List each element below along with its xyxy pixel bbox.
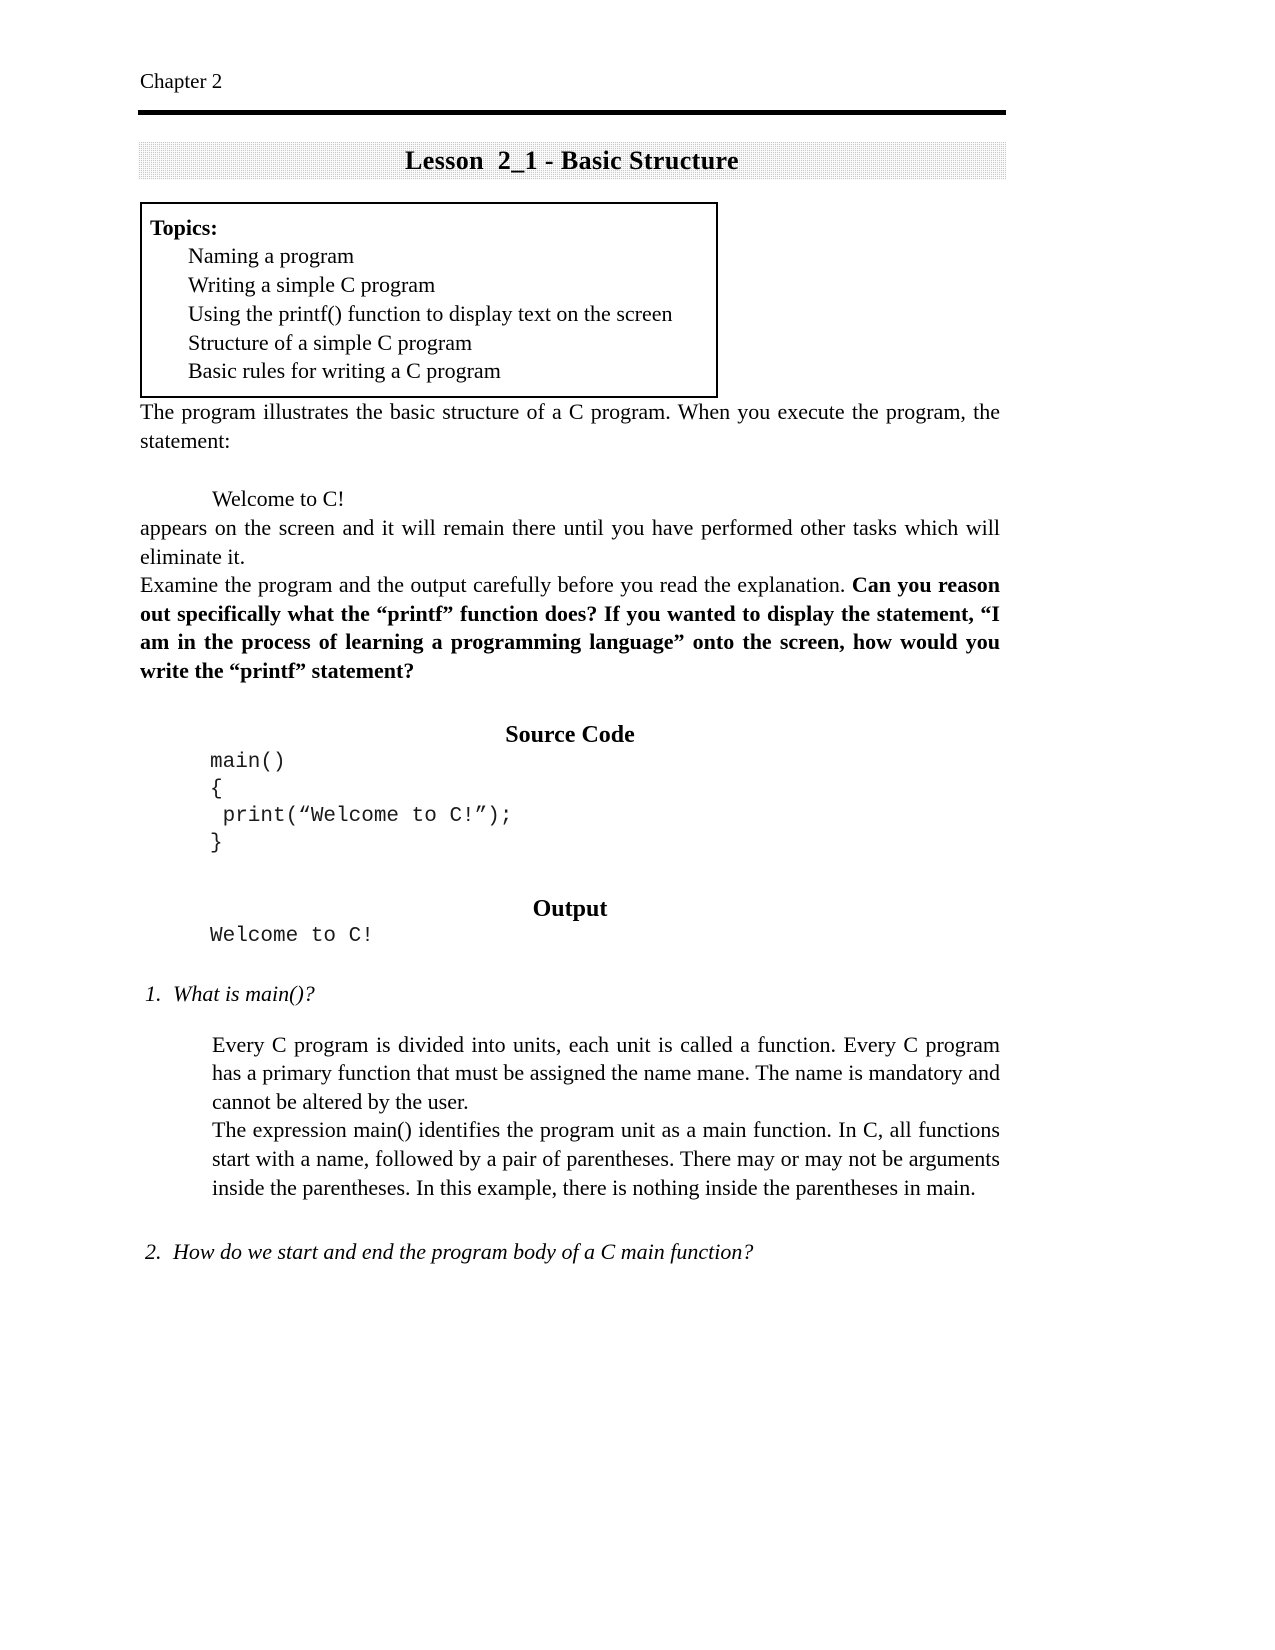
lesson-banner: Lesson 2_1 - Basic Structure: [138, 142, 1006, 181]
appears-paragraph: appears on the screen and it will remain…: [140, 514, 1000, 569]
intro-paragraph: The program illustrates the basic struct…: [140, 399, 1000, 453]
document-page: Chapter 2 Lesson 2_1 - Basic Structure T…: [0, 0, 1275, 1650]
topics-item: Naming a program: [188, 243, 355, 269]
examine-paragraph: Examine the program and the output caref…: [140, 571, 1000, 685]
topics-item: Writing a simple C program: [188, 271, 436, 297]
question-2: 2. How do we start and end the program bo…: [140, 1238, 1000, 1267]
question-1-number: 1.: [145, 981, 162, 1007]
question-1-text: What is main()?: [173, 981, 315, 1007]
topics-list: Naming a program Writing a simple C prog…: [150, 242, 716, 386]
question-2-text: How do we start and end the program body…: [173, 1239, 754, 1265]
topics-box: Topics: Naming a program Writing a simpl…: [140, 202, 718, 399]
answer-paragraph: The expression main() identifies the pro…: [212, 1117, 1000, 1200]
lesson-title: Lesson 2_1 - Basic Structure: [405, 146, 739, 176]
source-code-heading: Source Code: [505, 721, 635, 748]
topics-item: Basic rules for writing a C program: [188, 358, 501, 384]
examine-plain-text: Examine the program and the output caref…: [140, 572, 852, 598]
welcome-statement-line: Welcome to C!: [212, 486, 345, 512]
answer-paragraph: Every C program is divided into units, e…: [212, 1031, 1000, 1114]
question-1-answer: Every C program is divided into units, e…: [140, 1031, 1000, 1203]
output-heading: Output: [532, 895, 608, 922]
topics-heading: Topics:: [150, 215, 218, 241]
page-content: Chapter 2 Lesson 2_1 - Basic Structure T…: [138, 0, 1006, 1267]
topics-item: Structure of a simple C program: [188, 329, 473, 355]
header-divider-rule: [138, 110, 1006, 116]
output-block: Welcome to C!: [210, 924, 374, 948]
question-2-number: 2.: [145, 1239, 162, 1265]
source-code-block: main() { print(“Welcome to C!”); }: [210, 750, 513, 856]
topics-item: Using the printf() function to display t…: [188, 300, 673, 326]
chapter-label: Chapter 2: [140, 69, 223, 93]
question-1: 1. What is main()?: [140, 980, 1000, 1009]
